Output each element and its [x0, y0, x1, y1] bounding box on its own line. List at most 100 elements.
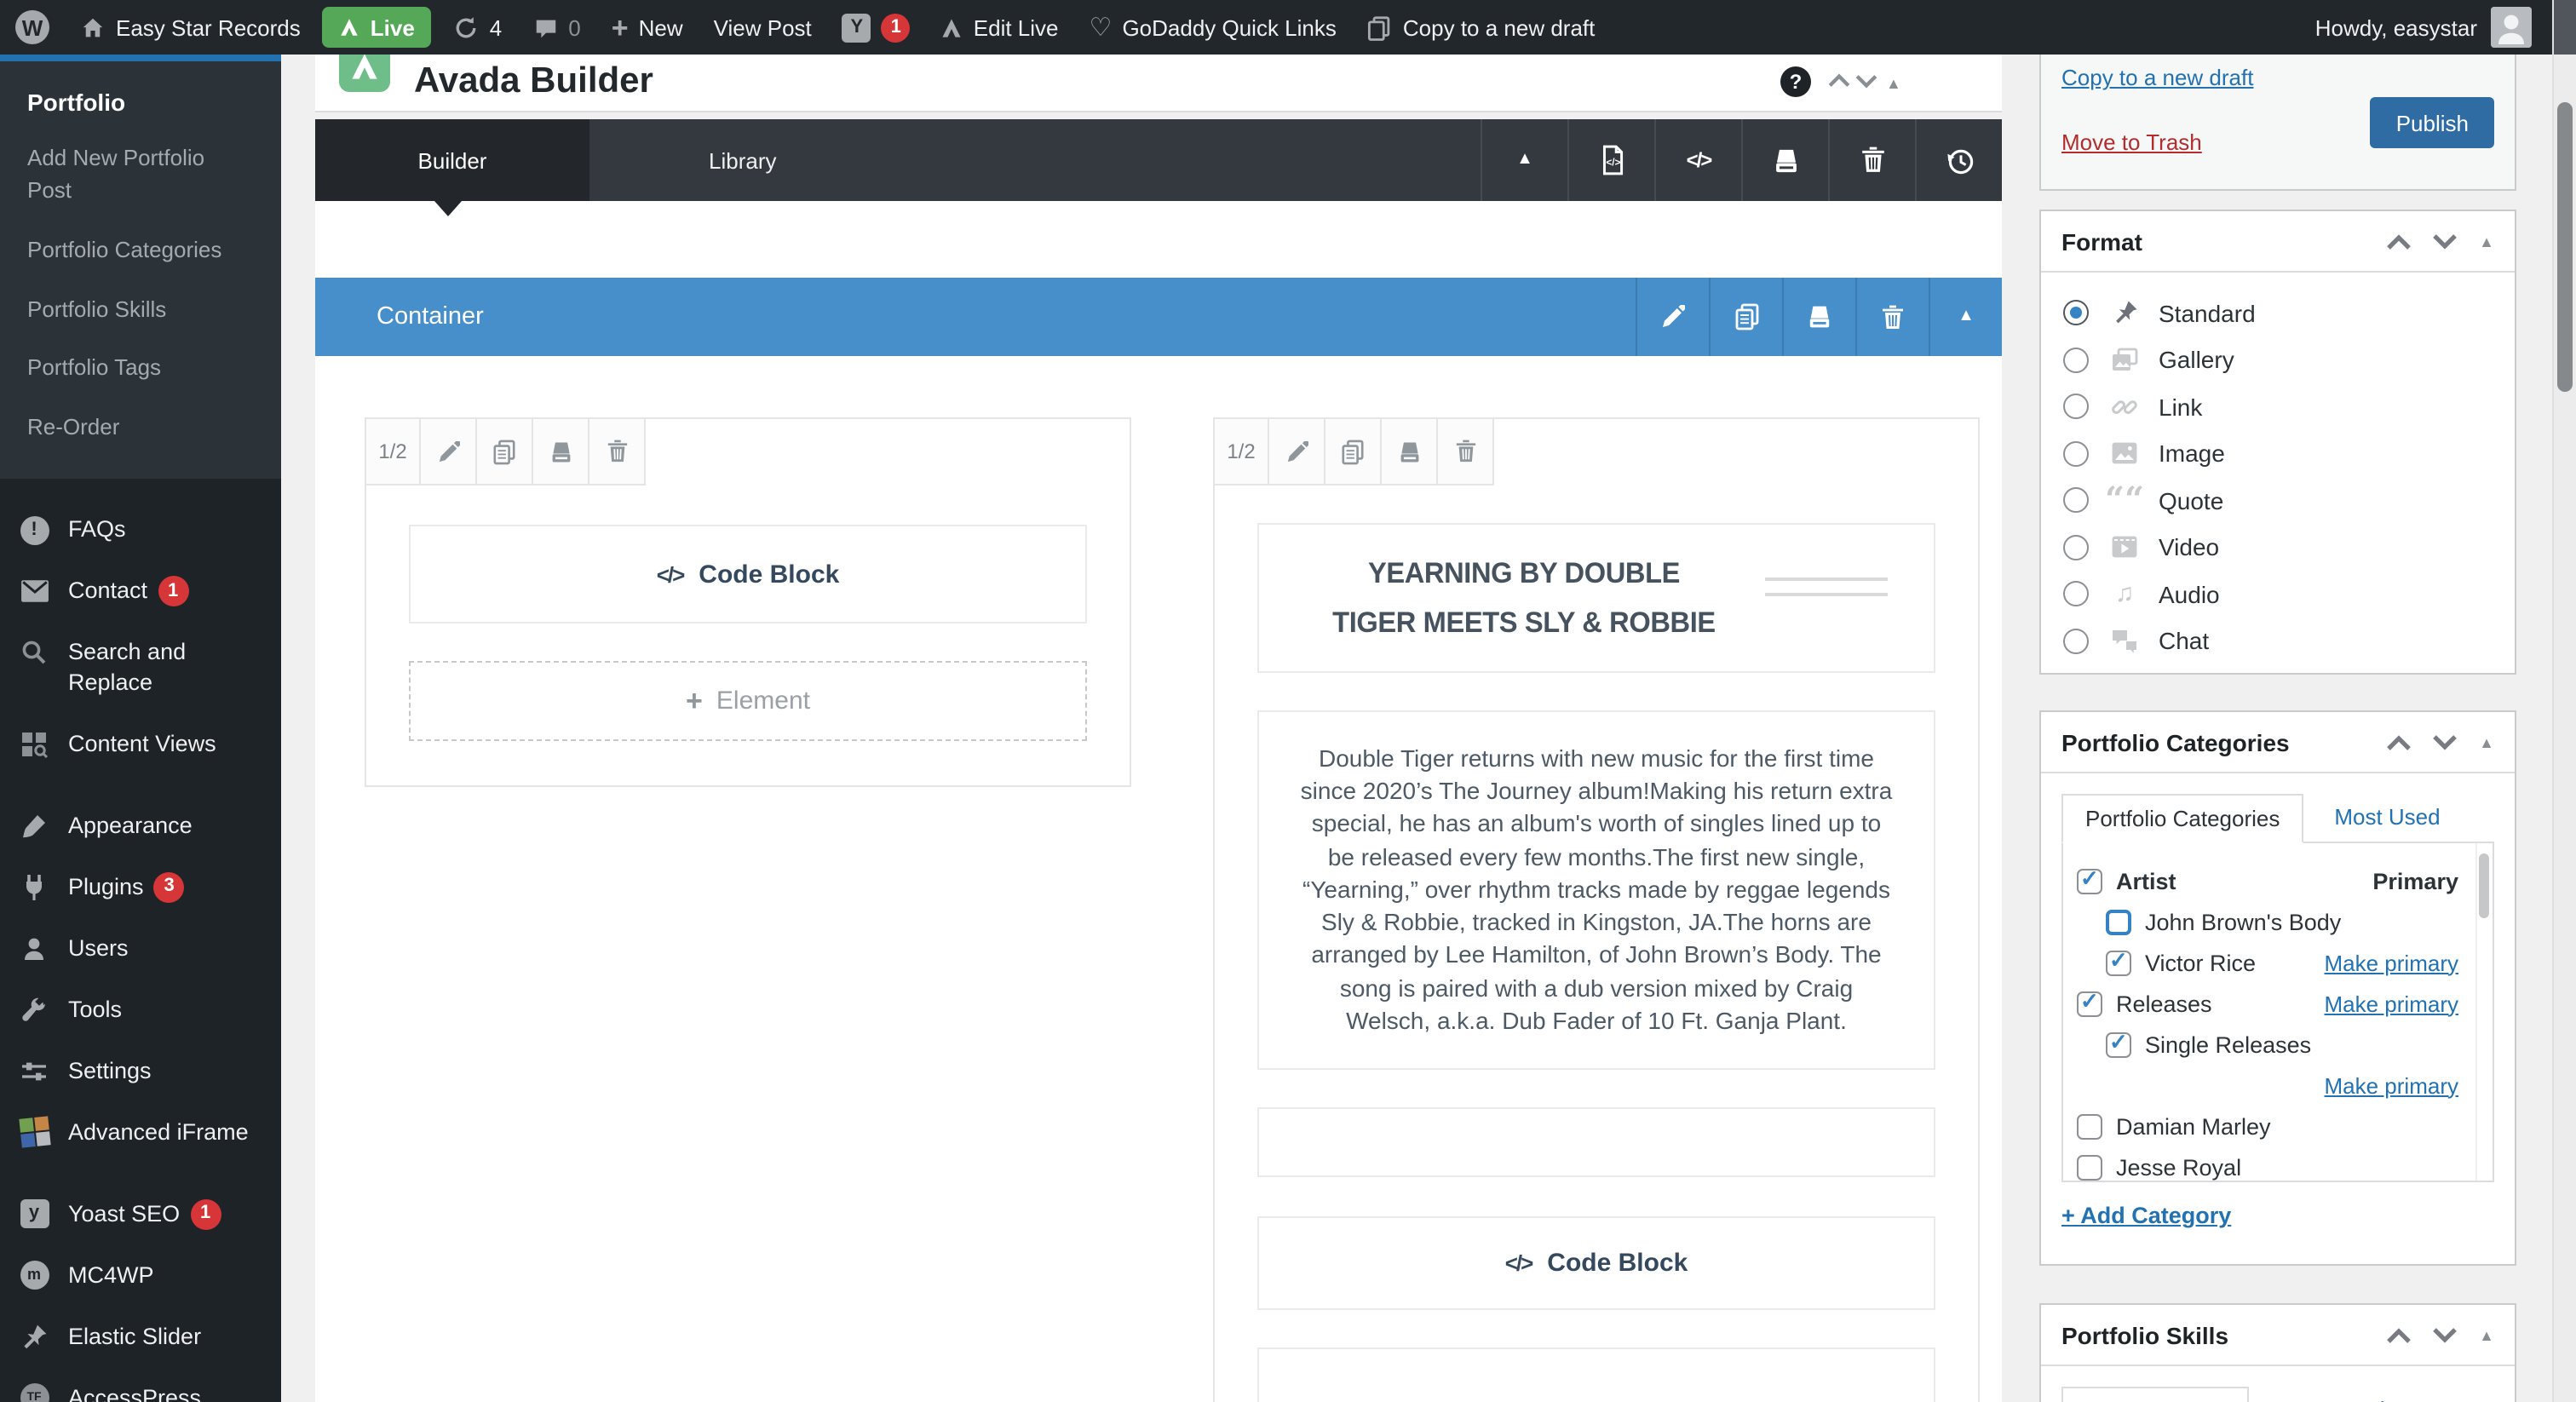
category-row-artist[interactable]: Artist Primary: [2077, 860, 2475, 901]
godaddy-live-badge[interactable]: Live: [322, 7, 432, 48]
wordpress-menu-button[interactable]: W: [0, 0, 65, 55]
window-scrollbar[interactable]: [2552, 0, 2576, 1402]
view-post-link[interactable]: View Post: [699, 0, 827, 55]
container-collapse-button[interactable]: ▲: [1929, 278, 2002, 356]
comments-button[interactable]: 0: [517, 0, 595, 55]
copy-to-new-draft-link[interactable]: Copy to a new draft: [2061, 65, 2253, 90]
howdy-label[interactable]: Howdy, easystar: [2315, 14, 2477, 40]
container-edit-button[interactable]: [1636, 278, 1709, 356]
format-option-quote[interactable]: ““ Quote: [2041, 477, 2515, 524]
help-icon[interactable]: ?: [1780, 66, 1811, 97]
sidebar-item-faqs[interactable]: ! FAQs: [0, 499, 281, 560]
checkbox-checked[interactable]: [2106, 946, 2131, 975]
edit-live-button[interactable]: Edit Live: [926, 0, 1074, 55]
text-block-element[interactable]: Double Tiger returns with new music for …: [1257, 710, 1935, 1070]
tab-library[interactable]: Library: [589, 119, 964, 201]
sidebar-item-search-and-replace[interactable]: Search and Replace: [0, 622, 281, 713]
column-delete-button[interactable]: [589, 417, 646, 486]
sidebar-item-reorder[interactable]: Re-Order: [0, 399, 281, 458]
radio[interactable]: [2063, 394, 2089, 420]
column-size-label[interactable]: 1/2: [1213, 417, 1269, 486]
collapse-panel-icon[interactable]: ▲: [2479, 733, 2494, 750]
delete-page-content-button[interactable]: [1828, 119, 1915, 201]
sidebar-item-yoast-seo[interactable]: y Yoast SEO 1: [0, 1183, 281, 1244]
column-edit-button[interactable]: [1269, 417, 1325, 486]
container-clone-button[interactable]: [1709, 278, 1782, 356]
format-option-image[interactable]: Image: [2041, 430, 2515, 477]
move-up-icon[interactable]: [2387, 733, 2411, 750]
collapse-panel-icon[interactable]: ▲: [2479, 233, 2494, 250]
move-up-icon[interactable]: [2387, 1326, 2411, 1343]
checkbox[interactable]: [2077, 1113, 2102, 1139]
category-row-jesse-royal[interactable]: Jesse Royal: [2077, 1146, 2475, 1181]
code-block-element[interactable]: </> Code Block: [1257, 1216, 1935, 1310]
radio[interactable]: [2063, 581, 2089, 607]
checkbox[interactable]: [2077, 1154, 2102, 1180]
column-clone-button[interactable]: [1325, 417, 1382, 486]
sidebar-item-appearance[interactable]: Appearance: [0, 795, 281, 856]
column-delete-button[interactable]: [1438, 417, 1494, 486]
column-save-button[interactable]: [533, 417, 589, 486]
sidebar-item-settings[interactable]: Settings: [0, 1040, 281, 1101]
updates-button[interactable]: 4: [439, 0, 517, 55]
sidebar-item-portfolio-tags[interactable]: Portfolio Tags: [0, 340, 281, 399]
sidebar-item-portfolio-skills[interactable]: Portfolio Skills: [0, 280, 281, 340]
sidebar-item-advanced-iframe[interactable]: Advanced iFrame: [0, 1101, 281, 1163]
move-up-icon[interactable]: [2387, 233, 2411, 250]
empty-element[interactable]: [1257, 1107, 1935, 1177]
tab-portfolio-skills[interactable]: Portfolio Skills: [2061, 1387, 2249, 1402]
container-bar[interactable]: Container ▲: [315, 278, 2002, 356]
sidebar-item-accesspress-twitter-feed[interactable]: TF AccessPress Twitter Feed Pro: [0, 1367, 281, 1402]
sidebar-item-content-views[interactable]: Content Views: [0, 713, 281, 774]
format-option-chat[interactable]: Chat: [2041, 618, 2515, 664]
chevron-up-icon[interactable]: [1828, 73, 1850, 89]
sidebar-item-portfolio-categories[interactable]: Portfolio Categories: [0, 221, 281, 280]
format-option-link[interactable]: Link: [2041, 383, 2515, 430]
copy-to-new-draft-button[interactable]: Copy to a new draft: [1352, 0, 1610, 55]
checkbox-checked[interactable]: [2077, 987, 2102, 1016]
sidebar-item-contact[interactable]: Contact 1: [0, 560, 281, 622]
tab-builder[interactable]: Builder: [315, 119, 589, 201]
move-down-icon[interactable]: [2433, 733, 2457, 750]
tab-portfolio-categories[interactable]: Portfolio Categories: [2061, 794, 2304, 843]
chevron-down-icon[interactable]: [1855, 73, 1877, 89]
avatar[interactable]: [2491, 7, 2532, 48]
sidebar-item-portfolio[interactable]: Portfolio: [0, 72, 281, 129]
format-option-gallery[interactable]: Gallery: [2041, 336, 2515, 383]
title-element[interactable]: YEARNING BY DOUBLE TIGER MEETS SLY & ROB…: [1257, 523, 1935, 673]
radio[interactable]: [2063, 534, 2089, 560]
format-option-audio[interactable]: ♫ Audio: [2041, 571, 2515, 618]
column-edit-button[interactable]: [421, 417, 477, 486]
move-down-icon[interactable]: [2433, 233, 2457, 250]
column-size-label[interactable]: 1/2: [365, 417, 421, 486]
format-option-standard[interactable]: Standard: [2041, 290, 2515, 336]
list-scrollbar[interactable]: [2475, 843, 2493, 1181]
make-primary-link[interactable]: Make primary: [2325, 950, 2459, 975]
category-row-john-browns-body[interactable]: John Brown's Body: [2077, 901, 2475, 942]
sidebar-item-tools[interactable]: Tools: [0, 979, 281, 1040]
category-row-releases[interactable]: Releases Make primary: [2077, 983, 2475, 1024]
publish-button[interactable]: Publish: [2370, 97, 2494, 148]
sidebar-item-elastic-slider[interactable]: Elastic Slider: [0, 1306, 281, 1367]
collapse-sections-button[interactable]: ▲: [1481, 119, 1567, 201]
add-element-button[interactable]: + Element: [409, 661, 1087, 741]
radio-selected[interactable]: [2063, 300, 2089, 326]
radio[interactable]: [2063, 628, 2089, 654]
tab-most-used[interactable]: Most Used: [2334, 804, 2440, 842]
yoast-menu-button[interactable]: Y 1: [827, 0, 926, 55]
format-option-video[interactable]: Video: [2041, 524, 2515, 571]
radio[interactable]: [2063, 347, 2089, 373]
category-row-single-releases[interactable]: Single Releases: [2077, 1024, 2475, 1065]
category-row-victor-rice[interactable]: Victor Rice Make primary: [2077, 942, 2475, 983]
column-clone-button[interactable]: [477, 417, 533, 486]
move-to-trash-link[interactable]: Move to Trash: [2061, 129, 2202, 155]
history-button[interactable]: [1915, 119, 2002, 201]
category-row-damian-marley[interactable]: Damian Marley: [2077, 1106, 2475, 1146]
code-block-element[interactable]: </> Code Block: [409, 525, 1087, 623]
custom-css-button[interactable]: </>: [1654, 119, 1741, 201]
container-save-button[interactable]: [1782, 278, 1855, 356]
custom-css-file-button[interactable]: </>: [1567, 119, 1654, 201]
column-save-button[interactable]: [1382, 417, 1438, 486]
checkbox-checked[interactable]: [2077, 865, 2102, 893]
save-containers-button[interactable]: [1741, 119, 1828, 201]
